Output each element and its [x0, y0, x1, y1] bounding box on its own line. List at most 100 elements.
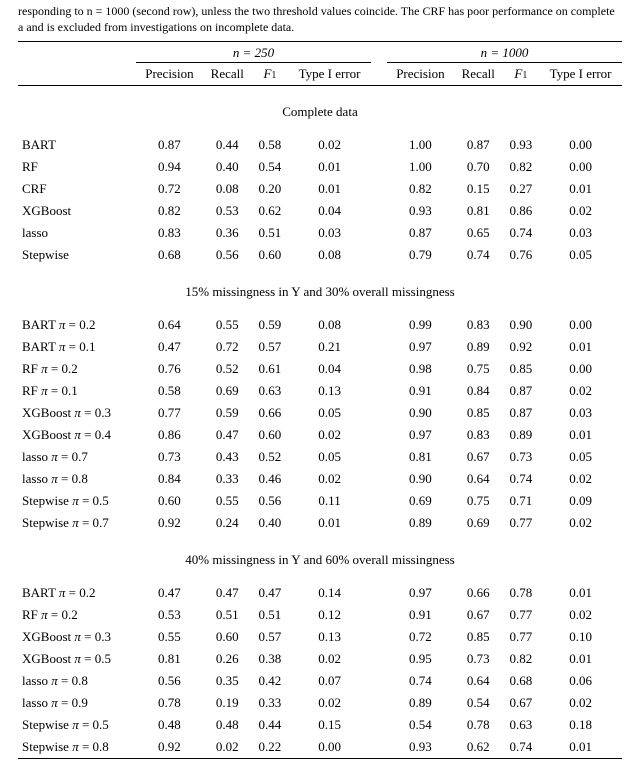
cell: 0.07	[288, 670, 371, 692]
row-label: XGBoost π = 0.5	[18, 648, 136, 670]
cell: 0.48	[136, 714, 203, 736]
table-row: lasso π = 0.80.560.350.420.070.740.640.6…	[18, 670, 622, 692]
cell: 0.82	[387, 178, 454, 200]
cell: 0.02	[288, 424, 371, 446]
cell: 0.83	[136, 222, 203, 244]
cell: 0.06	[539, 670, 622, 692]
row-label: XGBoost π = 0.3	[18, 626, 136, 648]
cell: 0.86	[136, 424, 203, 446]
table-row: RF π = 0.10.580.690.630.130.910.840.870.…	[18, 380, 622, 402]
cell: 0.02	[288, 648, 371, 670]
cell: 0.48	[203, 714, 252, 736]
caption-line1: responding to n = 1000 (second row), unl…	[18, 4, 615, 18]
cell: 0.77	[503, 512, 539, 534]
cell: 0.44	[252, 714, 288, 736]
table-row: XGBoost0.820.530.620.040.930.810.860.02	[18, 200, 622, 222]
cell: 0.55	[136, 626, 203, 648]
cell: 0.89	[454, 336, 503, 358]
cell: 0.00	[539, 314, 622, 336]
cell: 0.68	[503, 670, 539, 692]
cell: 0.46	[252, 468, 288, 490]
col-type1: Type I error	[539, 63, 622, 86]
cell: 0.67	[454, 446, 503, 468]
cell: 0.73	[454, 648, 503, 670]
cell: 0.01	[288, 156, 371, 178]
cell: 0.57	[252, 626, 288, 648]
row-label: lasso π = 0.7	[18, 446, 136, 468]
cell: 0.87	[503, 380, 539, 402]
cell: 0.57	[252, 336, 288, 358]
cell: 0.93	[387, 200, 454, 222]
cell: 0.08	[203, 178, 252, 200]
cell: 0.01	[539, 582, 622, 604]
cell: 0.89	[387, 512, 454, 534]
cell: 0.36	[203, 222, 252, 244]
cell: 0.72	[387, 626, 454, 648]
cell: 0.55	[203, 314, 252, 336]
table-caption-fragment: responding to n = 1000 (second row), unl…	[18, 4, 622, 35]
cell: 0.01	[539, 424, 622, 446]
row-label: RF π = 0.2	[18, 358, 136, 380]
cell: 0.62	[454, 736, 503, 759]
table-row: lasso π = 0.80.840.330.460.020.900.640.7…	[18, 468, 622, 490]
cell: 0.78	[136, 692, 203, 714]
cell: 0.66	[454, 582, 503, 604]
cell: 0.47	[136, 336, 203, 358]
cell: 0.68	[136, 244, 203, 266]
col-group-n250: n = 250	[136, 42, 371, 63]
row-label: Stepwise π = 0.8	[18, 736, 136, 759]
row-label: XGBoost π = 0.4	[18, 424, 136, 446]
row-label: lasso π = 0.8	[18, 670, 136, 692]
table-row: RF π = 0.20.760.520.610.040.980.750.850.…	[18, 358, 622, 380]
cell: 0.40	[252, 512, 288, 534]
cell: 0.77	[503, 604, 539, 626]
cell: 0.72	[136, 178, 203, 200]
cell: 0.91	[387, 604, 454, 626]
row-label: RF π = 0.2	[18, 604, 136, 626]
table-row: Stepwise π = 0.80.920.020.220.000.930.62…	[18, 736, 622, 759]
col-precision: Precision	[136, 63, 203, 86]
cell: 0.81	[454, 200, 503, 222]
table-row: BART π = 0.10.470.720.570.210.970.890.92…	[18, 336, 622, 358]
cell: 0.20	[252, 178, 288, 200]
cell: 0.60	[252, 424, 288, 446]
cell: 0.35	[203, 670, 252, 692]
table-row: lasso0.830.360.510.030.870.650.740.03	[18, 222, 622, 244]
cell: 0.08	[288, 244, 371, 266]
table-row: lasso π = 0.70.730.430.520.050.810.670.7…	[18, 446, 622, 468]
cell: 0.97	[387, 424, 454, 446]
cell: 0.11	[288, 490, 371, 512]
cell: 0.22	[252, 736, 288, 759]
cell: 0.66	[252, 402, 288, 424]
cell: 0.93	[387, 736, 454, 759]
table-row: Stepwise0.680.560.600.080.790.740.760.05	[18, 244, 622, 266]
cell: 0.38	[252, 648, 288, 670]
cell: 0.03	[288, 222, 371, 244]
cell: 0.02	[539, 604, 622, 626]
cell: 0.47	[252, 582, 288, 604]
cell: 0.02	[539, 692, 622, 714]
cell: 0.60	[203, 626, 252, 648]
section-title: 40% missingness in Y and 60% overall mis…	[18, 534, 622, 582]
cell: 1.00	[387, 156, 454, 178]
cell: 0.05	[539, 244, 622, 266]
cell: 0.92	[136, 512, 203, 534]
cell: 0.75	[454, 358, 503, 380]
table-row: BART0.870.440.580.021.000.870.930.00	[18, 134, 622, 156]
cell: 0.52	[252, 446, 288, 468]
cell: 0.74	[454, 244, 503, 266]
cell: 0.54	[454, 692, 503, 714]
cell: 0.67	[454, 604, 503, 626]
cell: 0.05	[288, 402, 371, 424]
table-row: RF π = 0.20.530.510.510.120.910.670.770.…	[18, 604, 622, 626]
cell: 0.69	[454, 512, 503, 534]
table-row: BART π = 0.20.640.550.590.080.990.830.90…	[18, 314, 622, 336]
table-row: XGBoost π = 0.50.810.260.380.020.950.730…	[18, 648, 622, 670]
cell: 0.47	[203, 582, 252, 604]
cell: 0.89	[387, 692, 454, 714]
row-label: Stepwise π = 0.5	[18, 714, 136, 736]
cell: 0.24	[203, 512, 252, 534]
col-recall: Recall	[203, 63, 252, 86]
cell: 0.13	[288, 380, 371, 402]
cell: 0.70	[454, 156, 503, 178]
